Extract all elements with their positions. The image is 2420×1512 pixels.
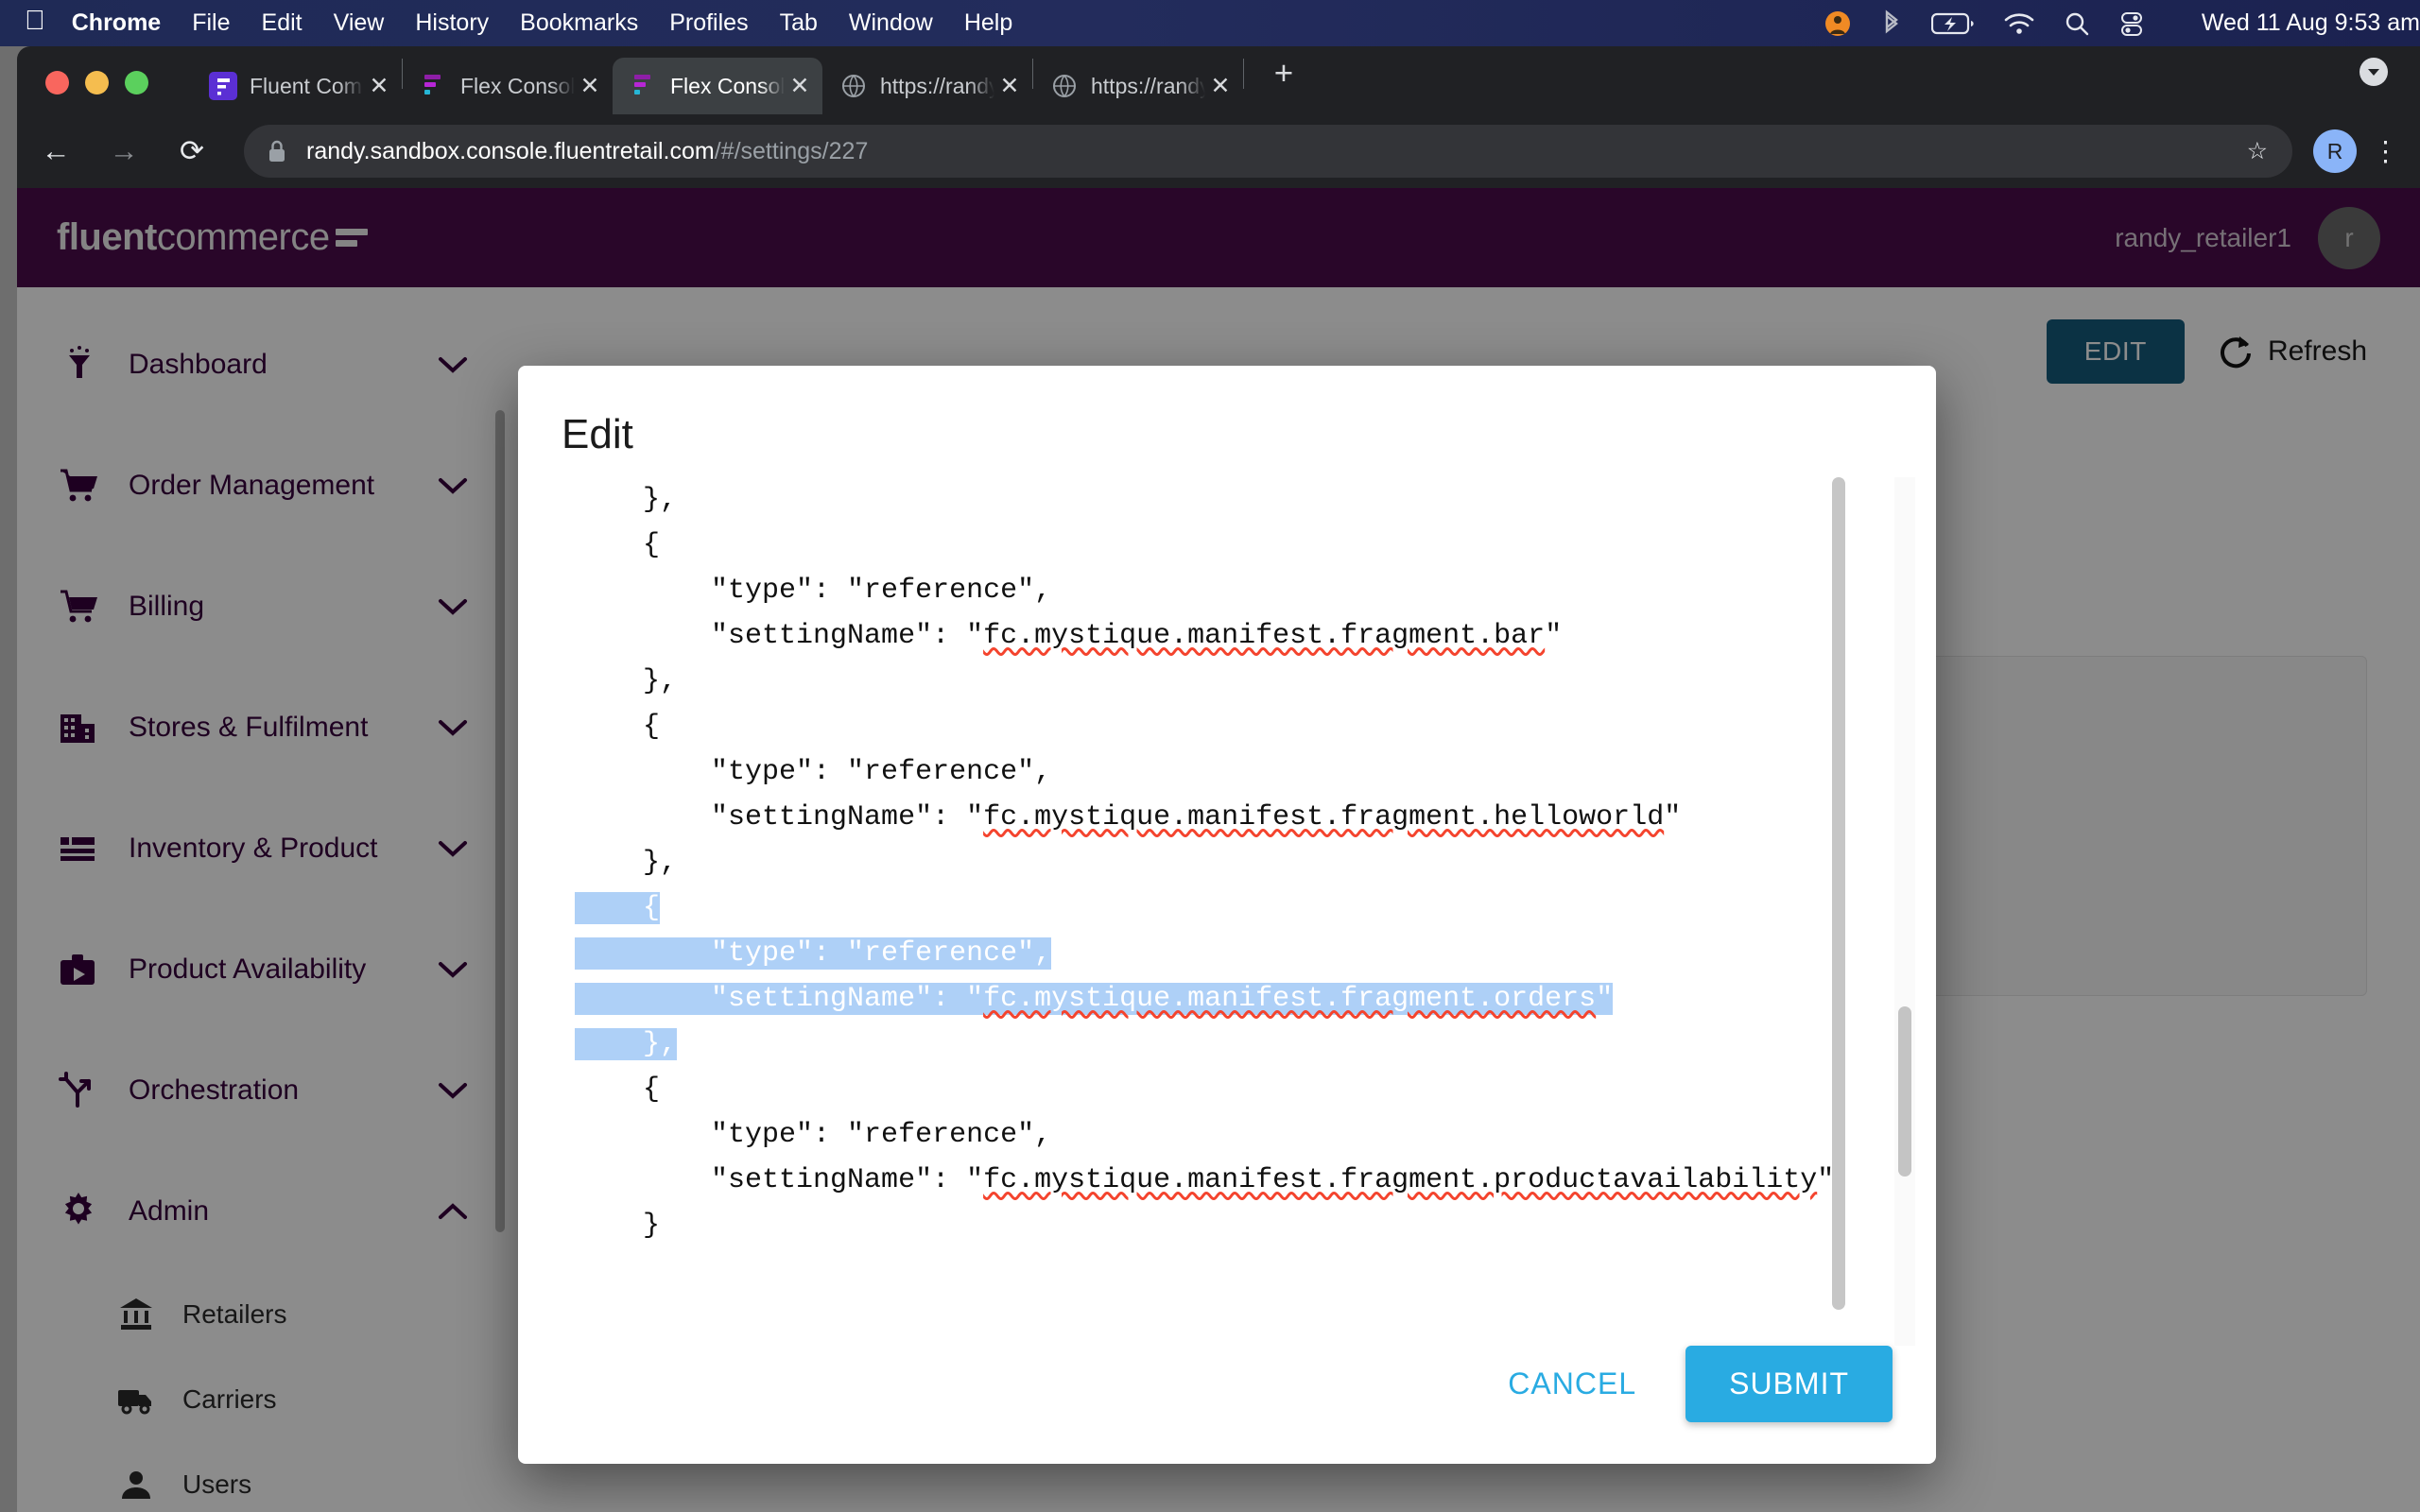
tab-search-icon[interactable] [2358, 56, 2390, 93]
submit-button[interactable]: SUBMIT [1685, 1346, 1893, 1422]
wifi-icon[interactable] [2003, 11, 2035, 36]
tab-title: Fluent Commerce [250, 74, 364, 99]
modal-body: }, { "type": "reference", "settingName":… [518, 477, 1936, 1346]
tab-title: Flex Console | Fluent Com [670, 74, 785, 99]
menu-item-window[interactable]: Window [849, 9, 933, 37]
json-editor-textarea[interactable]: }, { "type": "reference", "settingName":… [518, 477, 1851, 1346]
close-window-button[interactable] [45, 71, 69, 94]
apple-icon[interactable]:  [25, 8, 45, 35]
browser-toolbar: ← → ⟳ randy.sandbox.console.fluentretail… [17, 114, 2420, 188]
tab-title: Flex Console | Fluent Com [460, 74, 575, 99]
new-tab-button[interactable]: + [1265, 55, 1303, 93]
menu-item-help[interactable]: Help [964, 9, 1012, 37]
modal-footer: CANCEL SUBMIT [518, 1346, 1936, 1464]
modal-scroll-thumb[interactable] [1898, 1006, 1911, 1177]
address-bar[interactable]: randy.sandbox.console.fluentretail.com /… [244, 125, 2292, 178]
fluent-favicon [209, 72, 237, 100]
flex-favicon [420, 72, 448, 100]
tabs-container: Fluent Commerce ✕ Flex Console | Fluent … [192, 46, 1303, 114]
battery-charging-icon[interactable] [1931, 11, 1975, 36]
macos-menu-bar:  Chrome File Edit View History Bookmark… [0, 0, 2420, 46]
minimize-window-button[interactable] [85, 71, 109, 94]
editor-scroll-thumb[interactable] [1832, 477, 1845, 1310]
window-traffic-lights [45, 71, 164, 94]
flex-favicon [630, 72, 658, 100]
close-tab-icon[interactable]: ✕ [364, 72, 394, 100]
edit-modal: Edit }, { "type": "reference", "settingN… [518, 366, 1936, 1464]
menu-item-chrome[interactable]: Chrome [72, 9, 161, 37]
browser-tab-3-active[interactable]: Flex Console | Fluent Com ✕ [613, 58, 822, 114]
web-page: fluentcommerce randy_retailer1 r Dashboa… [17, 188, 2420, 1512]
chrome-window: Fluent Commerce ✕ Flex Console | Fluent … [17, 46, 2420, 1512]
reload-button[interactable]: ⟳ [163, 134, 221, 168]
tab-title: https://randy.sandbox.app [1091, 74, 1205, 99]
tab-title: https://randy.sandbox.app [880, 74, 994, 99]
browser-tab-2[interactable]: Flex Console | Fluent Com ✕ [403, 58, 613, 114]
modal-scrollbar[interactable] [1894, 477, 1915, 1346]
bluetooth-icon[interactable] [1880, 9, 1903, 39]
globe-favicon [1050, 72, 1079, 100]
browser-tab-5[interactable]: https://randy.sandbox.app ✕ [1033, 58, 1243, 114]
profile-avatar[interactable]: R [2313, 129, 2357, 173]
tab-separator [1243, 59, 1244, 89]
address-bar-path: /#/settings/227 [715, 138, 869, 165]
bookmark-star-icon[interactable]: ☆ [2247, 137, 2268, 165]
close-tab-icon[interactable]: ✕ [785, 72, 815, 100]
system-status-icons [1795, 9, 2145, 39]
menu-item-file[interactable]: File [192, 9, 230, 37]
menu-item-tab[interactable]: Tab [780, 9, 818, 37]
lock-icon [267, 139, 287, 163]
menu-bar-clock[interactable]: Wed 11 Aug 9:53 am [2202, 9, 2420, 37]
globe-favicon [839, 72, 868, 100]
forward-button[interactable]: → [95, 134, 153, 168]
search-icon[interactable] [2064, 10, 2090, 37]
close-tab-icon[interactable]: ✕ [1205, 72, 1236, 100]
control-center-icon[interactable] [2118, 10, 2145, 37]
close-tab-icon[interactable]: ✕ [575, 72, 605, 100]
menu-item-profiles[interactable]: Profiles [669, 9, 748, 37]
address-bar-host: randy.sandbox.console.fluentretail.com [306, 138, 715, 165]
back-button[interactable]: ← [26, 134, 85, 168]
cancel-button[interactable]: CANCEL [1483, 1348, 1661, 1420]
chrome-menu-icon[interactable]: ⋮ [2372, 135, 2399, 168]
menu-item-history[interactable]: History [415, 9, 489, 37]
modal-title: Edit [518, 366, 1936, 458]
menu-item-view[interactable]: View [334, 9, 385, 37]
editor-scrollbar[interactable] [1832, 477, 1845, 1310]
browser-tab-4[interactable]: https://randy.sandbox.app ✕ [822, 58, 1032, 114]
close-tab-icon[interactable]: ✕ [994, 72, 1025, 100]
maximize-window-button[interactable] [125, 71, 148, 94]
browser-tab-1[interactable]: Fluent Commerce ✕ [192, 58, 402, 114]
menu-item-bookmarks[interactable]: Bookmarks [520, 9, 638, 37]
tab-strip: Fluent Commerce ✕ Flex Console | Fluent … [17, 46, 2420, 114]
recording-icon[interactable] [1824, 9, 1852, 38]
menu-item-edit[interactable]: Edit [262, 9, 302, 37]
